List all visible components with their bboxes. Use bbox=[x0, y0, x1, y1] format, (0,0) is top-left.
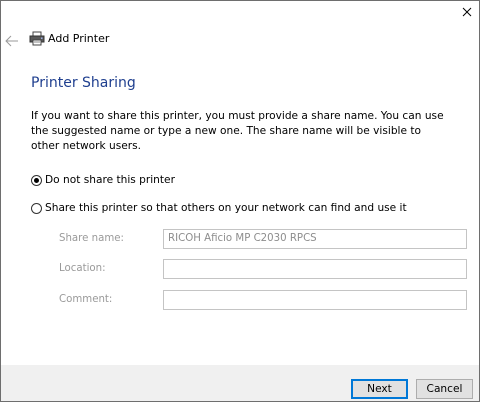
next-button[interactable]: Next bbox=[351, 379, 408, 399]
page-heading: Printer Sharing bbox=[31, 75, 136, 91]
description-text: If you want to share this printer, you m… bbox=[31, 110, 444, 152]
printer-icon bbox=[29, 31, 45, 46]
radio-button-share[interactable] bbox=[31, 202, 42, 214]
share-name-label: Share name: bbox=[59, 233, 124, 244]
back-button[interactable] bbox=[5, 32, 19, 47]
close-button[interactable] bbox=[459, 4, 475, 20]
add-printer-window: Add Printer Printer Sharing If you want … bbox=[0, 0, 480, 402]
location-input[interactable] bbox=[163, 259, 467, 279]
radio-option-no-share[interactable]: Do not share this printer bbox=[31, 173, 175, 187]
radio-label-share: Share this printer so that others on you… bbox=[45, 202, 407, 214]
comment-label: Comment: bbox=[59, 294, 113, 305]
back-arrow-icon bbox=[5, 35, 18, 47]
cancel-button[interactable]: Cancel bbox=[416, 379, 473, 399]
close-icon bbox=[462, 7, 472, 17]
location-label: Location: bbox=[59, 263, 106, 274]
comment-input[interactable] bbox=[163, 290, 467, 310]
radio-label-no-share: Do not share this printer bbox=[45, 174, 175, 186]
window-title: Add Printer bbox=[48, 32, 110, 45]
share-name-input[interactable]: RICOH Aficio MP C2030 RPCS bbox=[163, 229, 467, 249]
dialog-footer: Next Cancel bbox=[1, 365, 479, 401]
radio-button-no-share[interactable] bbox=[31, 174, 42, 186]
radio-option-share[interactable]: Share this printer so that others on you… bbox=[31, 201, 407, 215]
